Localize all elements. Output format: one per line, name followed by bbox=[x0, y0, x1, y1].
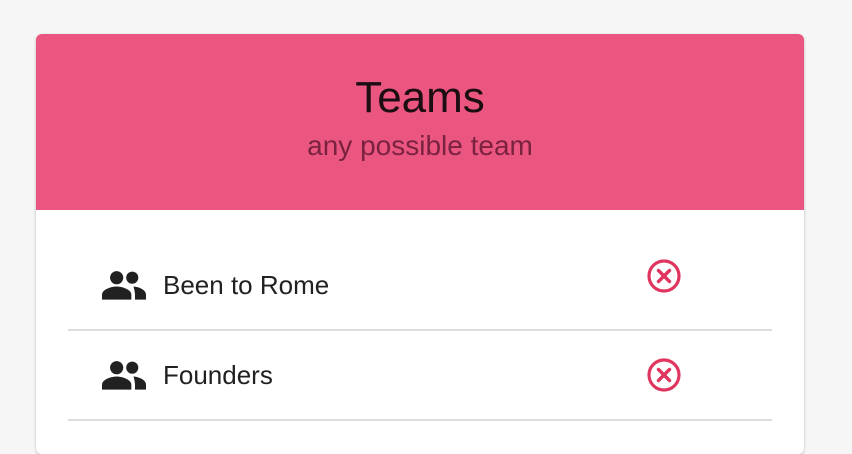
team-list: Been to Rome Founders bbox=[36, 210, 804, 421]
card-title: Teams bbox=[355, 73, 485, 122]
remove-team-button[interactable] bbox=[646, 357, 682, 393]
teams-card: Teams any possible team Been to Rome Fou… bbox=[36, 34, 804, 454]
remove-team-button[interactable] bbox=[646, 258, 682, 294]
card-subtitle: any possible team bbox=[307, 130, 533, 161]
team-row: Founders bbox=[68, 331, 772, 421]
card-header: Teams any possible team bbox=[36, 34, 804, 210]
remove-circle-icon bbox=[647, 259, 681, 293]
team-row: Been to Rome bbox=[68, 210, 772, 331]
team-name: Founders bbox=[163, 359, 273, 390]
remove-circle-icon bbox=[647, 358, 681, 392]
group-icon bbox=[102, 359, 146, 391]
team-name: Been to Rome bbox=[163, 269, 330, 300]
group-icon bbox=[102, 269, 146, 301]
